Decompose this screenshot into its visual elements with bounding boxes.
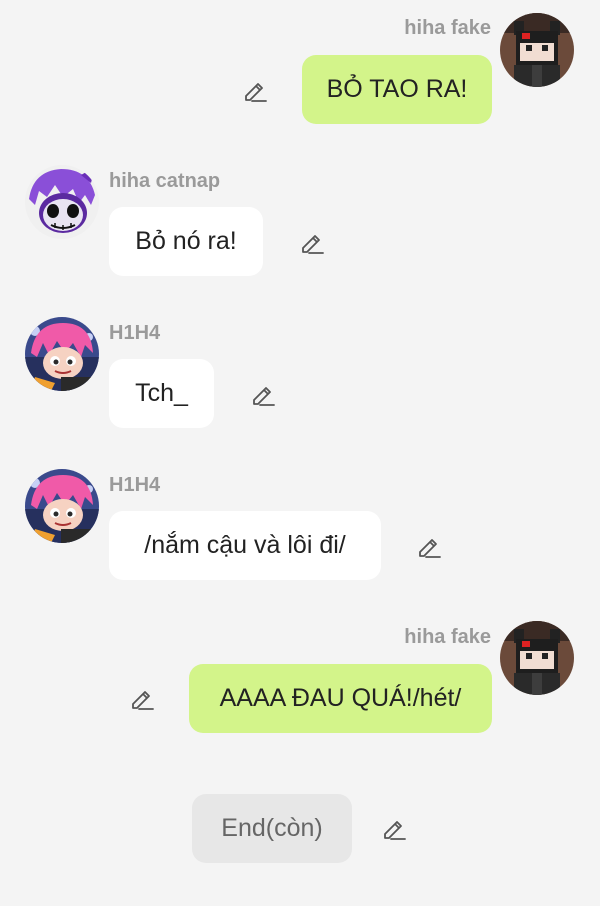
narration-bubble[interactable]: End(còn) <box>192 794 352 863</box>
sender-name: H1H4 <box>109 474 161 496</box>
pencil-icon[interactable] <box>240 76 268 104</box>
pencil-icon[interactable] <box>297 228 325 256</box>
pencil-icon[interactable] <box>127 684 155 712</box>
pencil-icon[interactable] <box>379 814 407 842</box>
message-bubble[interactable]: BỎ TAO RA! <box>302 55 492 124</box>
message-bubble[interactable]: Bỏ nó ra! <box>109 207 263 276</box>
avatar-h1h4[interactable] <box>25 469 99 543</box>
avatar-hiha-catnap[interactable] <box>25 165 99 239</box>
pencil-icon[interactable] <box>248 380 276 408</box>
pencil-icon[interactable] <box>414 532 442 560</box>
sender-name: H1H4 <box>109 322 161 344</box>
avatar-h1h4[interactable] <box>25 317 99 391</box>
sender-name: hiha fake <box>404 626 491 648</box>
sender-name: hiha catnap <box>109 170 221 192</box>
avatar-hiha-fake[interactable] <box>500 621 574 695</box>
sender-name: hiha fake <box>404 17 491 39</box>
message-bubble[interactable]: /nắm cậu và lôi đi/ <box>109 511 381 580</box>
message-bubble[interactable]: Tch_ <box>109 359 214 428</box>
message-bubble[interactable]: AAAA ĐAU QUÁ!/hét/ <box>189 664 492 733</box>
avatar-hiha-fake[interactable] <box>500 13 574 87</box>
